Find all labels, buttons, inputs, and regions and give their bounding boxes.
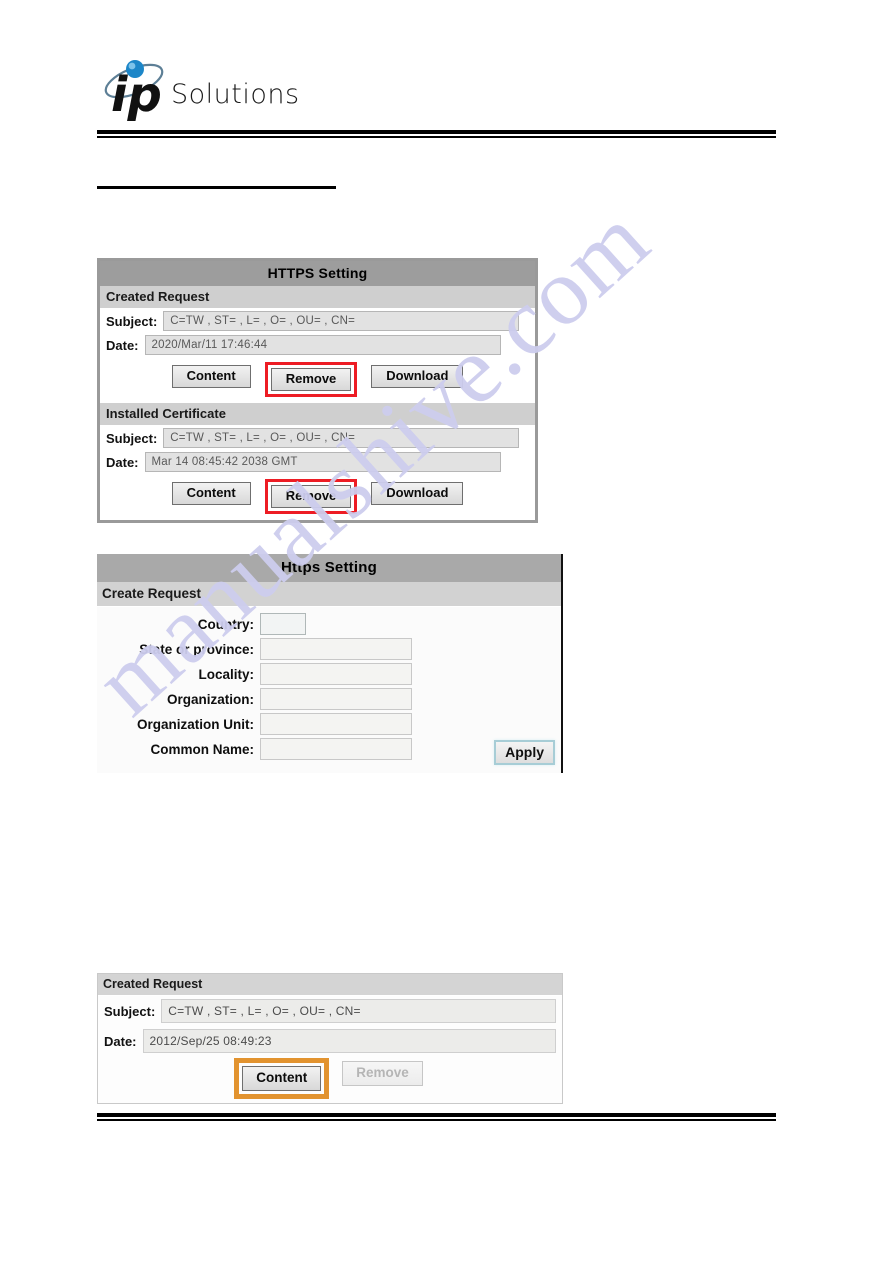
section-heading: Installed Certificate [100, 403, 535, 426]
field-row-subject: Subject: C=TW , ST= , L= , O= , OU= , CN… [98, 996, 562, 1026]
remove-button-highlight: Remove [264, 479, 358, 514]
field-label-date: Date: [106, 454, 139, 470]
section-created-request: Created Request Subject: C=TW , ST= , L=… [100, 286, 535, 403]
form-row-country: Country: [97, 613, 561, 635]
remove-button: Remove [342, 1061, 423, 1086]
svg-text:ip: ip [111, 67, 162, 123]
field-row-subject: Subject: C=TW , ST= , L= , O= , OU= , CN… [100, 309, 535, 333]
panel-title: Https Setting [97, 554, 561, 582]
form-row-organization-unit: Organization Unit: [97, 713, 561, 735]
download-button-wrapper: Download [368, 362, 466, 397]
field-label-date: Date: [104, 1033, 137, 1049]
download-button-wrapper: Download [368, 479, 466, 514]
button-row-created-request: Content Remove Download [100, 357, 535, 403]
panel-title: HTTPS Setting [100, 261, 535, 286]
field-value-date: 2020/Mar/11 17:46:44 [144, 335, 501, 355]
field-label-subject: Subject: [106, 430, 158, 446]
section-installed-certificate: Installed Certificate Subject: C=TW , ST… [100, 403, 535, 520]
field-value-date: 2012/Sep/25 08:49:23 [142, 1029, 556, 1053]
remove-button[interactable]: Remove [270, 485, 352, 508]
https-setting-panel: HTTPS Setting Created Request Subject: C… [97, 258, 538, 523]
country-input[interactable] [260, 613, 306, 635]
label-state-or-province: State or province: [139, 641, 254, 657]
field-label-date: Date: [106, 337, 139, 353]
section-heading-rule-1 [97, 186, 336, 189]
organization-input[interactable] [260, 688, 412, 710]
content-button-highlight: Content [234, 1058, 330, 1099]
label-locality: Locality: [198, 666, 254, 682]
remove-button-highlight: Remove [264, 362, 358, 397]
create-request-panel: Https Setting Create Request Country: St… [97, 554, 563, 773]
section-heading: Create Request [97, 582, 561, 607]
field-label-subject: Subject: [106, 313, 158, 329]
state-or-province-input[interactable] [260, 638, 412, 660]
form-row-organization: Organization: [97, 688, 561, 710]
content-button[interactable]: Content [171, 365, 251, 388]
remove-button-wrapper: Remove [339, 1058, 426, 1099]
locality-input[interactable] [260, 663, 412, 685]
form-row-state: State or province: [97, 638, 561, 660]
brand-logo: ip Solutions [101, 55, 331, 127]
content-button[interactable]: Content [171, 482, 251, 505]
field-value-subject: C=TW , ST= , L= , O= , OU= , CN= [163, 428, 520, 448]
content-button[interactable]: Content [242, 1066, 322, 1091]
download-button[interactable]: Download [371, 365, 464, 388]
label-country: Country: [197, 616, 254, 632]
field-row-date: Date: 2020/Mar/11 17:46:44 [100, 333, 535, 357]
section-heading: Created Request [98, 974, 562, 996]
label-common-name: Common Name: [150, 741, 254, 757]
form-row-common-name: Common Name: [97, 738, 561, 760]
download-button[interactable]: Download [371, 482, 464, 505]
field-label-subject: Subject: [104, 1003, 156, 1019]
content-button-wrapper: Content [169, 362, 254, 397]
common-name-input[interactable] [260, 738, 412, 760]
content-button-wrapper: Content [169, 479, 254, 514]
field-row-date: Date: Mar 14 08:45:42 2038 GMT [100, 450, 535, 474]
organization-unit-input[interactable] [260, 713, 412, 735]
field-row-subject: Subject: C=TW , ST= , L= , O= , OU= , CN… [100, 426, 535, 450]
button-row-installed-certificate: Content Remove Download [100, 474, 535, 520]
field-value-date: Mar 14 08:45:42 2038 GMT [144, 452, 501, 472]
apply-button-wrapper: Apply [494, 740, 555, 765]
label-organization: Organization: [167, 691, 254, 707]
header-divider [97, 130, 776, 138]
field-value-subject: C=TW , ST= , L= , O= , OU= , CN= [161, 999, 556, 1023]
footer-divider [97, 1113, 776, 1121]
create-request-form: Country: State or province: Locality: Or… [97, 607, 561, 773]
field-value-subject: C=TW , ST= , L= , O= , OU= , CN= [163, 311, 520, 331]
button-row-created-request: Content Remove [98, 1056, 562, 1103]
label-organization-unit: Organization Unit: [137, 716, 254, 732]
form-row-locality: Locality: [97, 663, 561, 685]
remove-button[interactable]: Remove [270, 368, 352, 391]
brand-wordmark: Solutions [171, 79, 300, 110]
apply-button[interactable]: Apply [494, 740, 555, 765]
field-row-date: Date: 2012/Sep/25 08:49:23 [98, 1026, 562, 1056]
created-request-panel: Created Request Subject: C=TW , ST= , L=… [97, 973, 563, 1104]
section-heading: Created Request [100, 286, 535, 309]
